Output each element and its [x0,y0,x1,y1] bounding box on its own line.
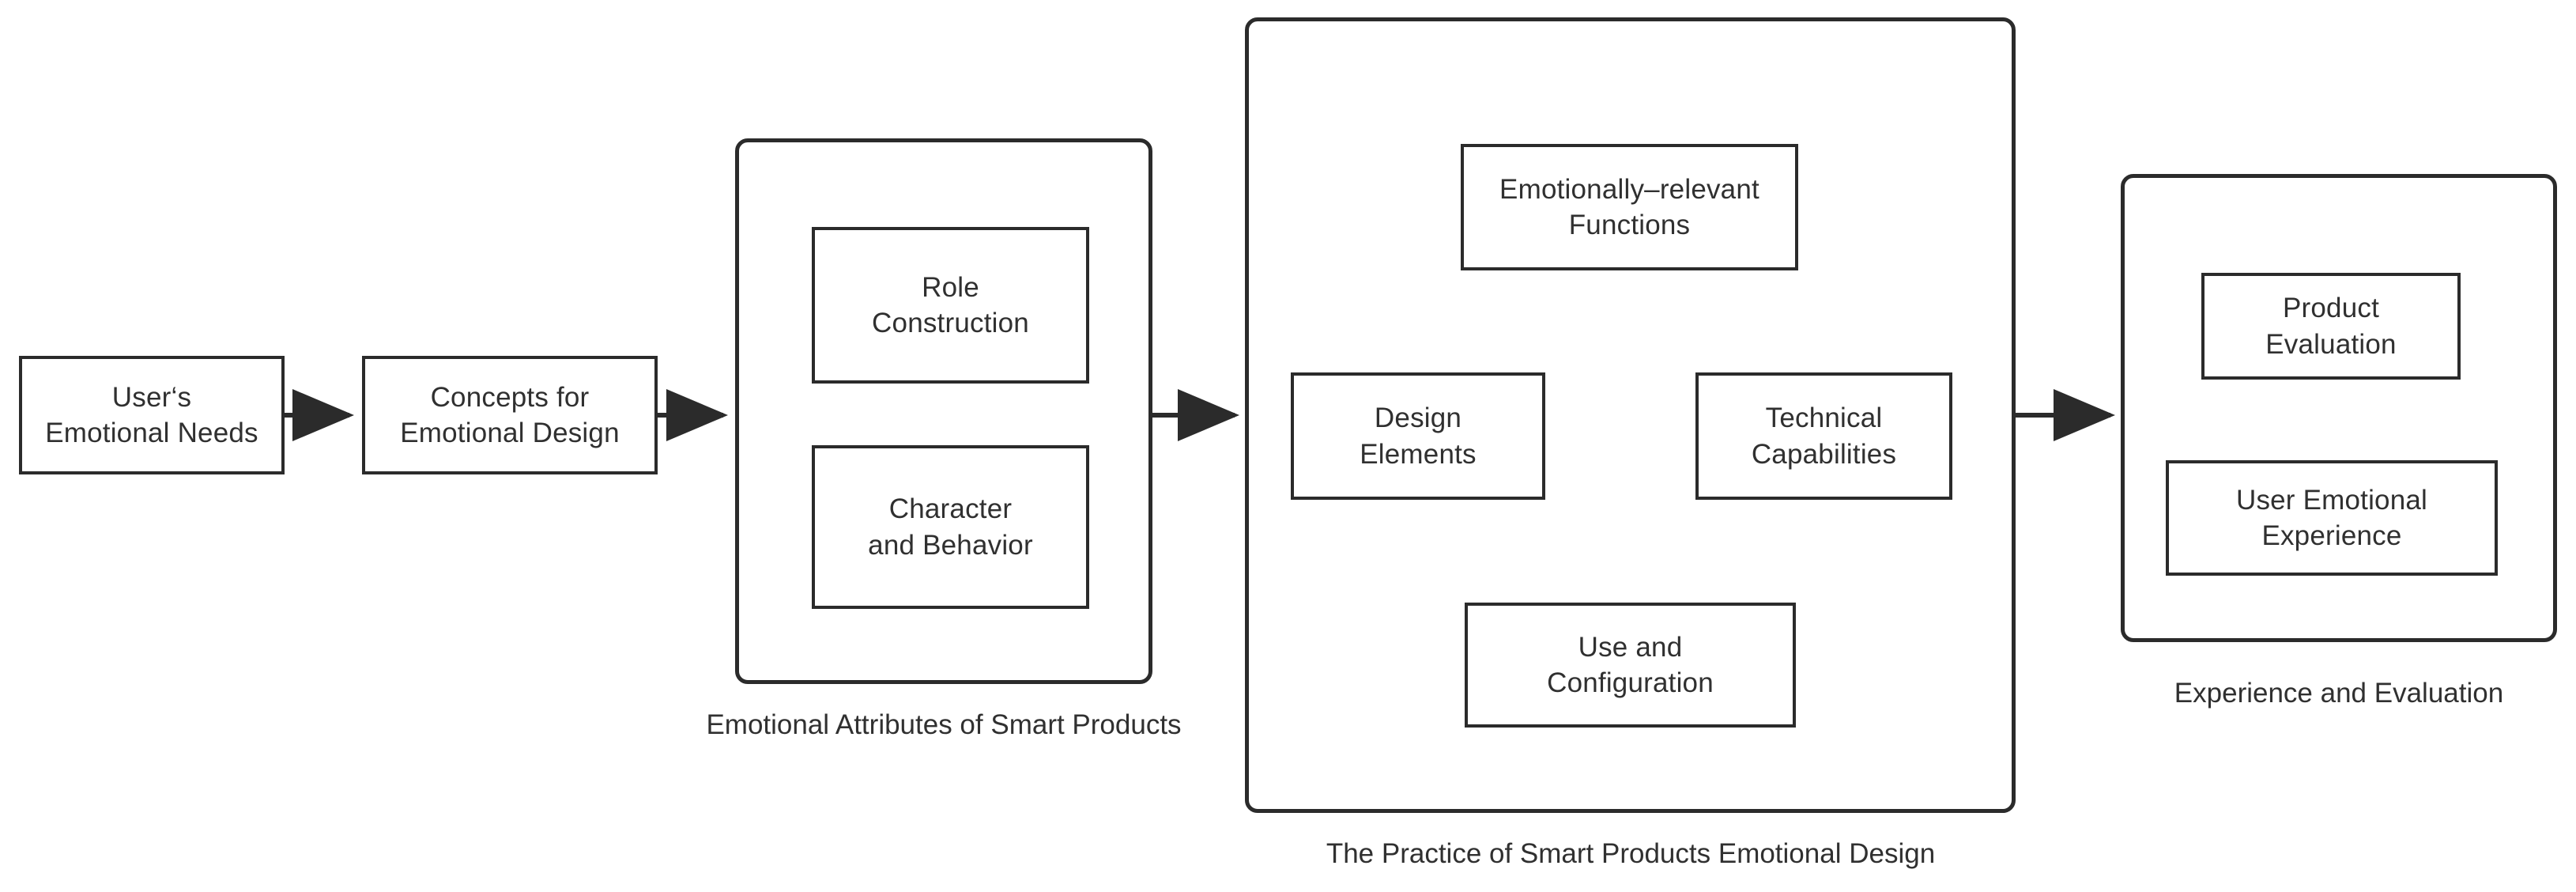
node-product-evaluation[interactable]: Product Evaluation [2201,273,2461,380]
node-user-emotional-experience-line1: User Emotional [2235,484,2428,516]
node-character-and-behavior-line1: Character [888,493,1013,524]
node-emotionally-relevant-functions-line1: Emotionally–relevant [1499,173,1759,205]
node-role-construction-line1: Role [922,271,979,303]
node-concepts-line2: Emotional Design [400,418,620,448]
node-technical-capabilities[interactable]: Technical Capabilities [1695,372,1952,500]
node-role-construction[interactable]: Role Construction [812,227,1089,384]
node-emotionally-relevant-functions-line2: Functions [1568,210,1691,240]
diagram-canvas: User‘s Emotional Needs Concepts for Emot… [0,0,2576,892]
node-user-emotional-experience-line2: Experience [2261,520,2402,551]
node-emotionally-relevant-functions[interactable]: Emotionally–relevant Functions [1461,144,1798,270]
node-user-emotional-needs-line2: Emotional Needs [45,418,258,448]
node-role-construction-line2: Construction [872,308,1029,338]
node-design-elements[interactable]: Design Elements [1291,372,1545,500]
node-user-emotional-experience[interactable]: User Emotional Experience [2166,460,2498,576]
caption-emotional-attributes: Emotional Attributes of Smart Products [706,709,1182,740]
node-concepts-line1: Concepts for [430,381,590,413]
node-product-evaluation-line1: Product [2282,293,2379,323]
node-use-and-configuration-line1: Use and [1578,631,1683,663]
caption-experience-group: Experience and Evaluation [2174,678,2504,709]
node-design-elements-line1: Design [1374,403,1462,433]
node-user-emotional-needs[interactable]: User‘s Emotional Needs [19,356,285,474]
node-product-evaluation-line2: Evaluation [2265,328,2397,360]
node-character-and-behavior[interactable]: Character and Behavior [812,445,1089,609]
node-character-and-behavior-line2: and Behavior [868,529,1033,561]
node-design-elements-line2: Elements [1360,438,1477,470]
node-concepts-for-emotional-design[interactable]: Concepts for Emotional Design [362,356,658,474]
node-use-and-configuration-line2: Configuration [1547,667,1714,698]
node-technical-capabilities-line2: Capabilities [1751,438,1897,470]
node-use-and-configuration[interactable]: Use and Configuration [1465,603,1796,728]
caption-practice-group: The Practice of Smart Products Emotional… [1326,838,1936,869]
node-technical-capabilities-line1: Technical [1765,403,1883,433]
node-user-emotional-needs-line1: User‘s [111,381,192,413]
